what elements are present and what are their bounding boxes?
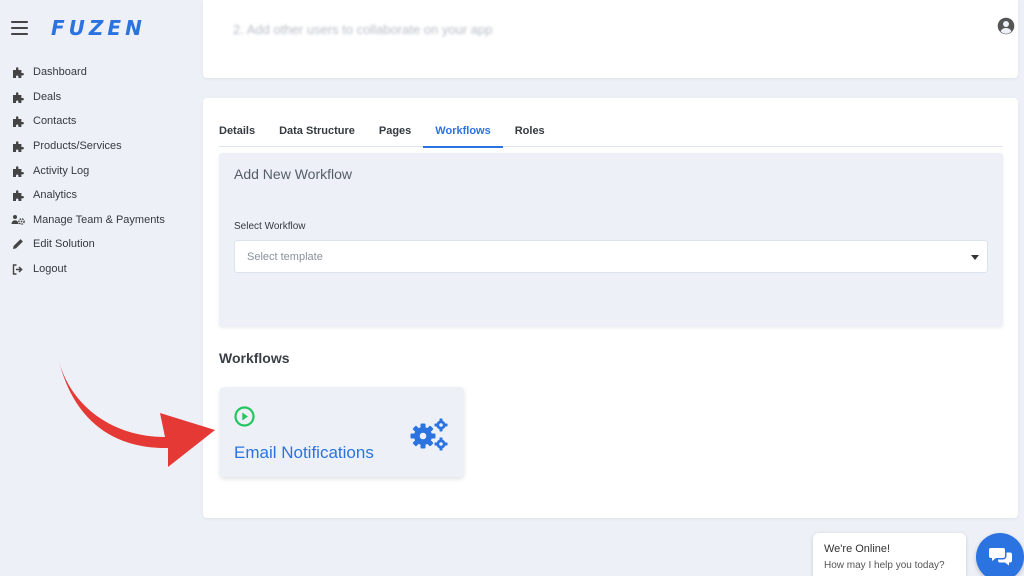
sidebar-item-logout[interactable]: Logout: [0, 257, 190, 282]
users-cog-icon: [11, 214, 25, 226]
user-avatar-icon[interactable]: [997, 17, 1015, 35]
tab-workflows[interactable]: Workflows: [423, 124, 504, 148]
puzzle-icon: [11, 115, 25, 128]
chat-online-text: We're Online!: [824, 543, 891, 555]
workflow-card-email-notifications[interactable]: Email Notifications: [220, 387, 464, 477]
select-placeholder: Select template: [247, 251, 323, 263]
onboarding-card: 2. Add other users to collaborate on you…: [203, 0, 1018, 78]
sidebar-item-deals[interactable]: Deals: [0, 85, 190, 110]
puzzle-icon: [11, 189, 25, 202]
sidebar-item-label: Products/Services: [33, 140, 122, 153]
gears-icon: [410, 418, 448, 451]
app-logo[interactable]: FUZEN: [51, 16, 146, 40]
sidebar-item-label: Edit Solution: [33, 238, 95, 251]
chat-launcher-button[interactable]: [976, 533, 1024, 576]
menu-toggle-icon[interactable]: [11, 21, 28, 35]
sidebar-item-analytics[interactable]: Analytics: [0, 183, 190, 208]
workflow-name: Email Notifications: [234, 443, 374, 462]
onboarding-step-text: 2. Add other users to collaborate on you…: [233, 22, 493, 37]
sidebar-item-label: Analytics: [33, 189, 78, 202]
tab-bar: Details Data Structure Pages Workflows R…: [219, 124, 1003, 148]
select-workflow-label: Select Workflow: [234, 221, 306, 232]
tab-data-structure[interactable]: Data Structure: [267, 124, 367, 147]
puzzle-icon: [11, 165, 25, 177]
puzzle-icon: [11, 140, 25, 153]
sidebar-item-dashboard[interactable]: Dashboard: [0, 60, 190, 85]
add-workflow-title: Add New Workflow: [234, 166, 353, 182]
tab-pages[interactable]: Pages: [367, 124, 423, 147]
play-circle-icon[interactable]: [234, 406, 255, 427]
sidebar-item-label: Contacts: [33, 115, 77, 128]
chevron-down-icon: [971, 255, 979, 260]
sidebar-item-edit-solution[interactable]: Edit Solution: [0, 232, 190, 257]
sign-out-icon: [11, 263, 25, 275]
sidebar-item-label: Activity Log: [33, 164, 90, 177]
chat-icon: [989, 548, 1012, 566]
sidebar-item-activity-log[interactable]: Activity Log: [0, 158, 190, 183]
sidebar-item-contacts[interactable]: Contacts: [0, 109, 190, 134]
chat-greeting[interactable]: We're Online! How may I help you today?: [813, 533, 966, 576]
solution-settings-card: Details Data Structure Pages Workflows R…: [203, 98, 1018, 518]
tab-roles[interactable]: Roles: [503, 124, 557, 147]
sidebar-item-manage-team[interactable]: Manage Team & Payments: [0, 208, 190, 233]
workflows-heading: Workflows: [219, 350, 290, 366]
sidebar: Dashboard Deals Contacts Products/Servic…: [0, 60, 190, 281]
chat-help-text: How may I help you today?: [824, 560, 945, 571]
sidebar-item-label: Logout: [33, 263, 67, 276]
sidebar-item-label: Manage Team & Payments: [33, 213, 165, 226]
annotation-arrow: [58, 357, 215, 467]
puzzle-icon: [11, 66, 25, 79]
workflow-template-select[interactable]: Select template: [234, 240, 988, 273]
tab-details[interactable]: Details: [219, 124, 267, 147]
sidebar-item-label: Dashboard: [33, 66, 87, 79]
puzzle-icon: [11, 91, 25, 103]
pencil-icon: [11, 238, 25, 250]
sidebar-item-label: Deals: [33, 90, 62, 103]
add-workflow-panel: Add New Workflow Select Workflow Select …: [219, 153, 1003, 327]
sidebar-item-products-services[interactable]: Products/Services: [0, 134, 190, 159]
